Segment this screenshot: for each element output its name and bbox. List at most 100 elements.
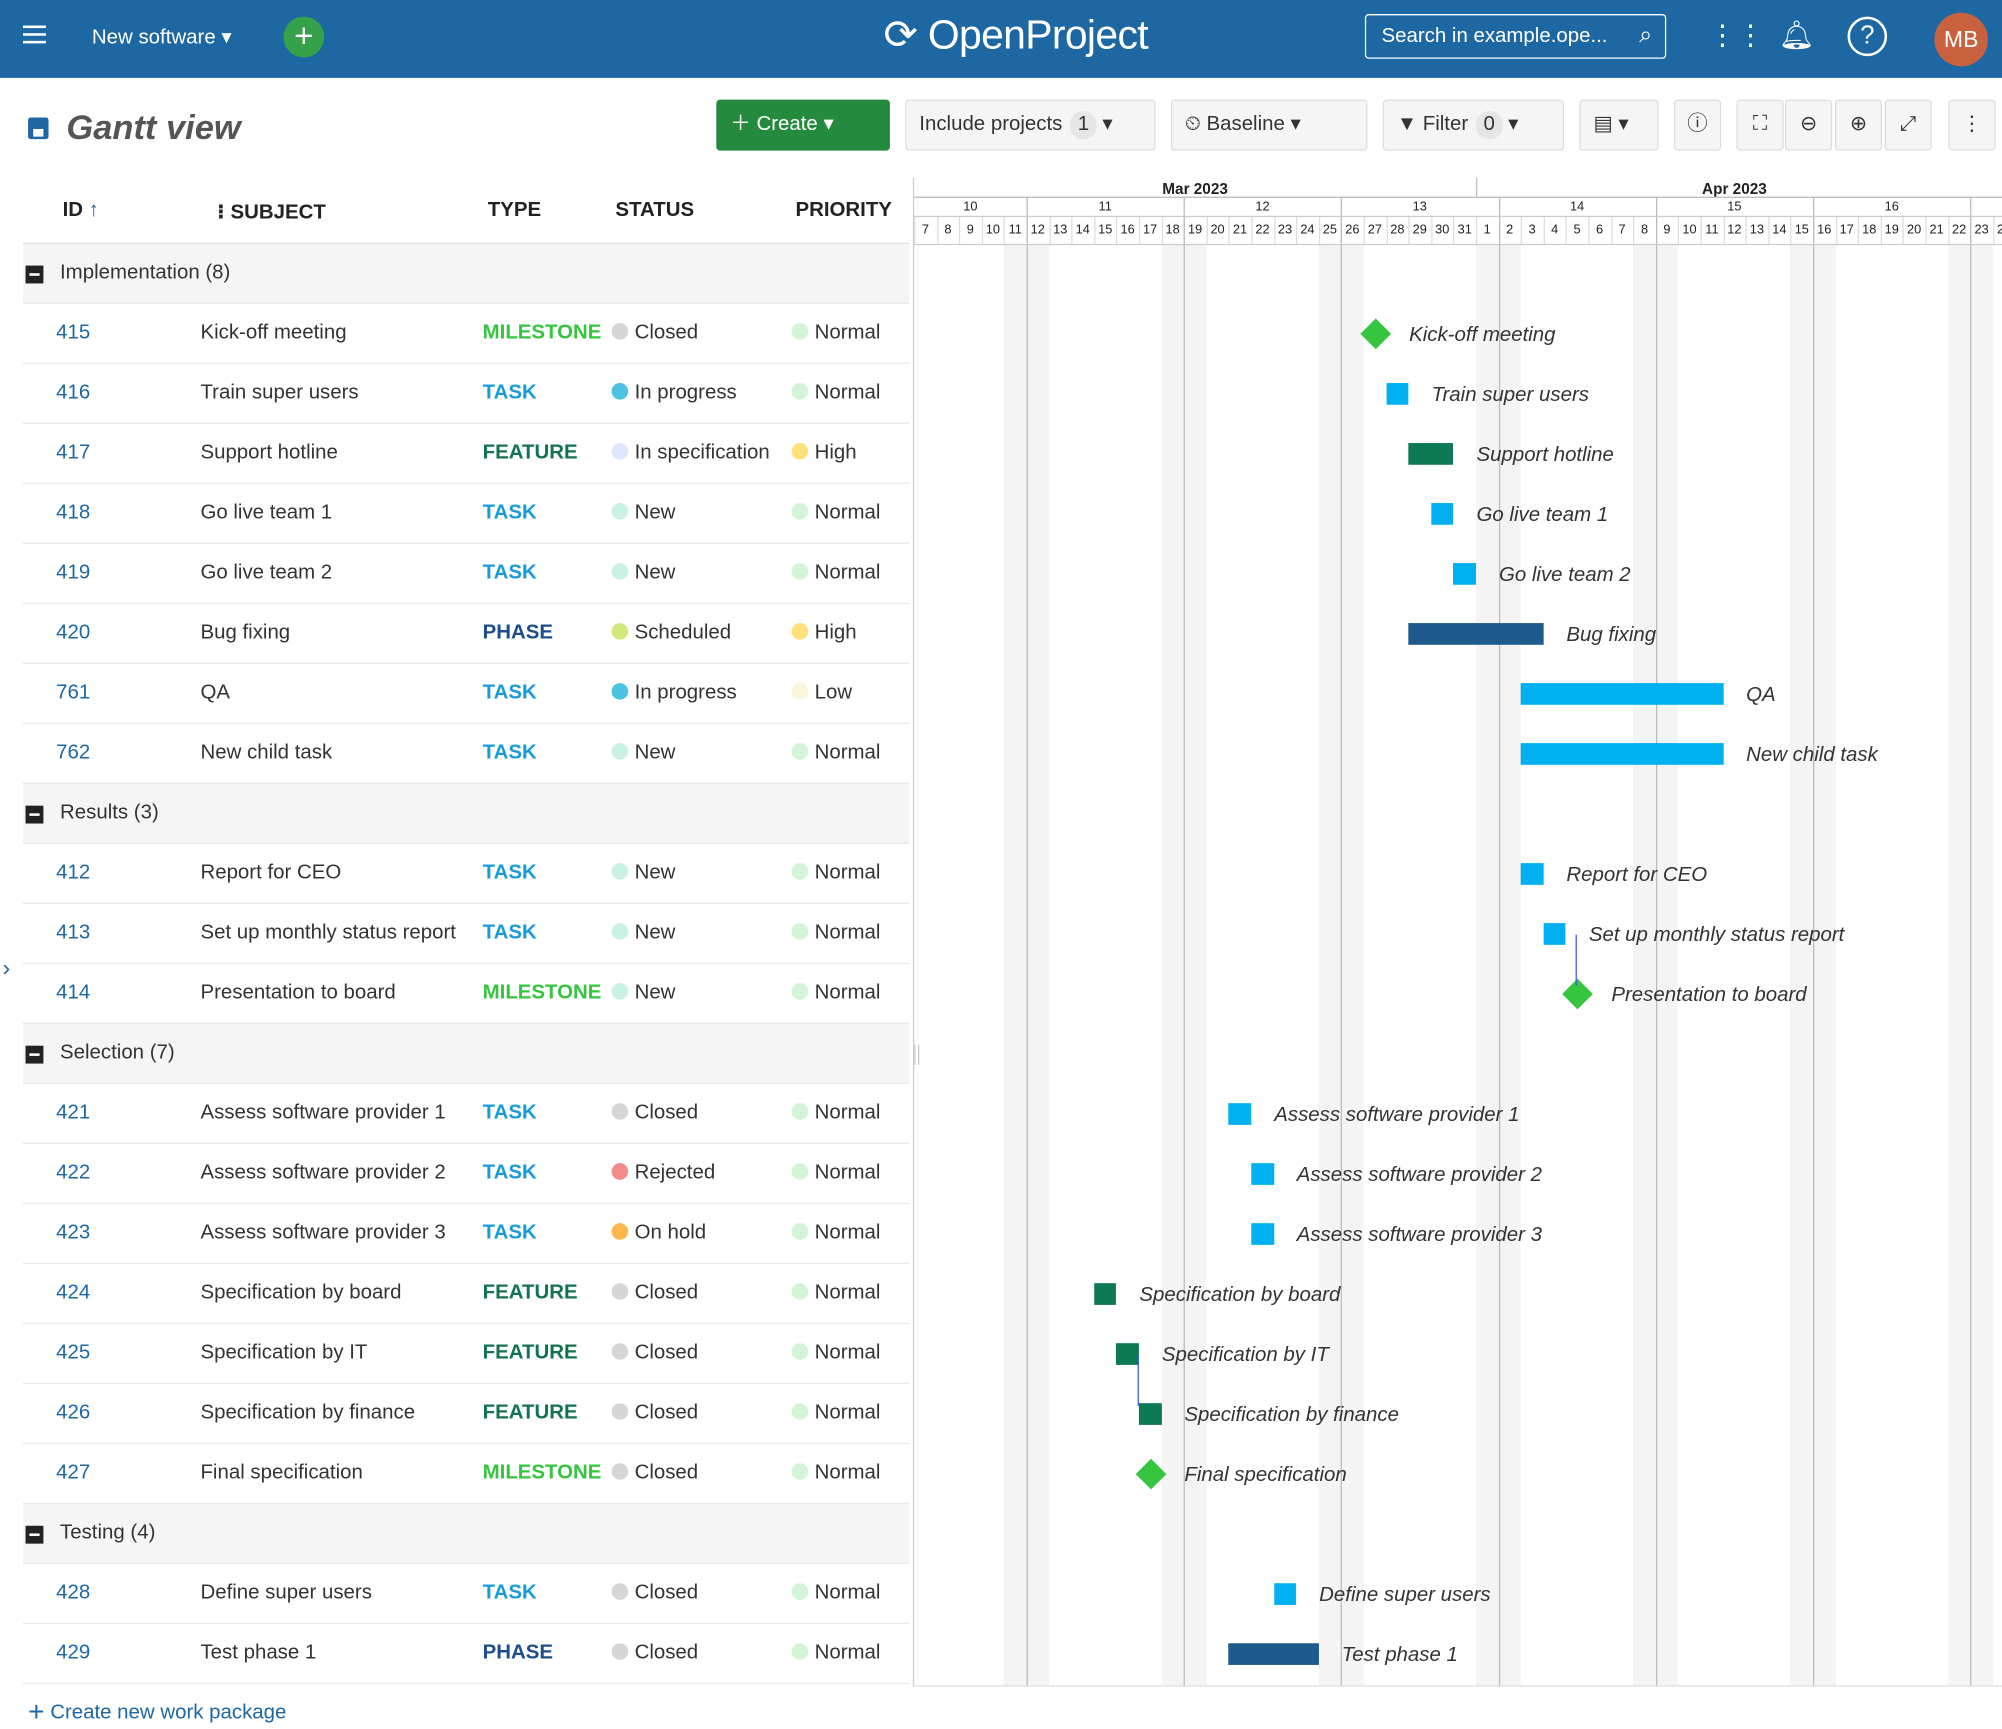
gantt-bar[interactable]: [1228, 1643, 1319, 1665]
table-row[interactable]: 413 Set up monthly status report TASK New No…: [22, 904, 910, 964]
table-row[interactable]: 418 Go live team 1 TASK New Normal: [22, 484, 910, 544]
subject-cell[interactable]: Go live team 2: [200, 562, 332, 585]
priority-cell[interactable]: Normal: [791, 502, 880, 525]
status-cell[interactable]: Scheduled: [611, 622, 731, 645]
column-header-priority[interactable]: PRIORITY: [795, 199, 891, 222]
zoom-in-button[interactable]: ⊕: [1834, 99, 1883, 151]
gantt-bar[interactable]: [1116, 1343, 1139, 1365]
status-cell[interactable]: In progress: [611, 382, 737, 405]
work-package-id-link[interactable]: 414: [56, 982, 90, 1005]
work-package-id-link[interactable]: 427: [56, 1462, 90, 1485]
work-package-id-link[interactable]: 415: [56, 322, 90, 345]
menu-icon[interactable]: [22, 25, 46, 44]
subject-cell[interactable]: Test phase 1: [200, 1642, 316, 1665]
work-package-id-link[interactable]: 426: [56, 1402, 90, 1425]
subject-cell[interactable]: Presentation to board: [200, 982, 395, 1005]
table-row[interactable]: 762 New child task TASK New Normal: [22, 724, 910, 784]
info-button[interactable]: ⓘ: [1673, 99, 1722, 151]
table-row[interactable]: 414 Presentation to board MILESTONE New Norm…: [22, 964, 910, 1024]
subject-cell[interactable]: Support hotline: [200, 442, 337, 465]
table-row[interactable]: 419 Go live team 2 TASK New Normal: [22, 544, 910, 604]
work-package-id-link[interactable]: 422: [56, 1162, 90, 1185]
collapse-group-icon[interactable]: [25, 805, 44, 824]
status-cell[interactable]: In specification: [611, 442, 770, 465]
gantt-bar[interactable]: [1543, 923, 1566, 945]
status-cell[interactable]: Closed: [611, 322, 698, 345]
gantt-bar[interactable]: [1251, 1163, 1274, 1185]
subject-cell[interactable]: Go live team 1: [200, 502, 332, 525]
work-package-id-link[interactable]: 761: [56, 682, 90, 705]
help-icon[interactable]: ?: [1847, 16, 1888, 57]
subject-cell[interactable]: Set up monthly status report: [200, 922, 455, 945]
status-cell[interactable]: On hold: [611, 1222, 706, 1245]
baseline-button[interactable]: ⏲ Baseline ▾: [1170, 99, 1368, 151]
priority-cell[interactable]: Normal: [791, 1642, 880, 1665]
project-selector[interactable]: New software ▾: [92, 24, 232, 50]
subject-cell[interactable]: Specification by IT: [200, 1342, 367, 1365]
status-cell[interactable]: New: [611, 862, 675, 885]
work-package-id-link[interactable]: 429: [56, 1642, 90, 1665]
priority-cell[interactable]: Normal: [791, 1162, 880, 1185]
work-package-id-link[interactable]: 413: [56, 922, 90, 945]
status-cell[interactable]: Closed: [611, 1582, 698, 1605]
column-header-type[interactable]: TYPE: [488, 199, 541, 222]
table-row[interactable]: 420 Bug fixing PHASE Scheduled High: [22, 604, 910, 664]
work-package-id-link[interactable]: 419: [56, 562, 90, 585]
quick-add-button[interactable]: +: [283, 16, 325, 58]
work-package-id-link[interactable]: 418: [56, 502, 90, 525]
gantt-bar[interactable]: [1408, 623, 1544, 645]
more-menu-button[interactable]: ⋮: [1948, 99, 1996, 151]
work-package-id-link[interactable]: 416: [56, 382, 90, 405]
gantt-bar[interactable]: [1138, 1403, 1162, 1425]
priority-cell[interactable]: High: [791, 622, 857, 645]
table-row[interactable]: 428 Define super users TASK Closed Normal: [22, 1564, 910, 1625]
table-row[interactable]: 761 QA TASK In progress Low: [22, 664, 910, 724]
bell-icon[interactable]: 🔔︎: [1779, 19, 1815, 52]
sidebar-expand-icon[interactable]: ›: [3, 955, 11, 982]
filter-button[interactable]: ▼ Filter 0 ▾: [1382, 99, 1565, 151]
work-package-id-link[interactable]: 417: [56, 442, 90, 465]
group-row[interactable]: Results (3): [22, 783, 910, 844]
grid-icon[interactable]: ⋮⋮: [1708, 19, 1764, 52]
priority-cell[interactable]: Normal: [791, 1582, 880, 1605]
group-row[interactable]: Selection (7): [22, 1023, 910, 1085]
collapse-group-icon[interactable]: [25, 1045, 44, 1064]
work-package-id-link[interactable]: 762: [56, 742, 90, 765]
gantt-bar[interactable]: [1520, 743, 1724, 765]
gantt-bar[interactable]: [1431, 503, 1454, 525]
subject-cell[interactable]: QA: [200, 682, 230, 705]
milestone-diamond[interactable]: [1359, 318, 1391, 350]
priority-cell[interactable]: Normal: [791, 562, 880, 585]
status-cell[interactable]: New: [611, 742, 675, 765]
include-projects-button[interactable]: Include projects 1 ▾: [905, 99, 1156, 151]
table-row[interactable]: 415 Kick-off meeting MILESTONE Closed Normal: [22, 304, 910, 364]
table-row[interactable]: 422 Assess software provider 2 TASK Rejecte…: [22, 1144, 910, 1205]
priority-cell[interactable]: Normal: [791, 742, 880, 765]
gantt-bar[interactable]: [1453, 563, 1476, 585]
collapse-group-icon[interactable]: [25, 265, 44, 284]
subject-cell[interactable]: Define super users: [200, 1582, 371, 1605]
priority-cell[interactable]: Normal: [791, 862, 880, 885]
status-cell[interactable]: Closed: [611, 1402, 698, 1425]
group-row[interactable]: Implementation (8): [22, 243, 910, 304]
priority-cell[interactable]: Normal: [791, 382, 880, 405]
status-cell[interactable]: New: [611, 982, 675, 1005]
subject-cell[interactable]: Assess software provider 2: [200, 1162, 445, 1185]
table-row[interactable]: 421 Assess software provider 1 TASK Closed N…: [22, 1084, 910, 1145]
subject-cell[interactable]: Assess software provider 3: [200, 1222, 445, 1245]
fullscreen-button[interactable]: ⤢: [1884, 99, 1932, 151]
gantt-chart[interactable]: 7 8 9 10 11 12 13 14 15 16 17 18 19 20 21 22 23 24 25 26 27 2…: [912, 177, 2002, 1687]
create-new-work-package-link[interactable]: + Create new work package: [28, 1696, 286, 1729]
collapse-group-icon[interactable]: [25, 1525, 44, 1544]
column-header-id[interactable]: ID ↑: [63, 199, 99, 222]
gantt-bar[interactable]: [1273, 1583, 1297, 1605]
gantt-bar[interactable]: [1520, 683, 1724, 705]
subject-cell[interactable]: Train super users: [200, 382, 358, 405]
priority-cell[interactable]: Normal: [791, 1462, 880, 1485]
gantt-bar[interactable]: [1386, 383, 1409, 405]
avatar[interactable]: MB: [1934, 12, 1988, 67]
subject-cell[interactable]: Specification by board: [200, 1282, 401, 1305]
priority-cell[interactable]: Normal: [791, 1282, 880, 1305]
save-icon[interactable]: [28, 117, 49, 140]
zoom-out-button[interactable]: ⊖: [1784, 99, 1833, 151]
